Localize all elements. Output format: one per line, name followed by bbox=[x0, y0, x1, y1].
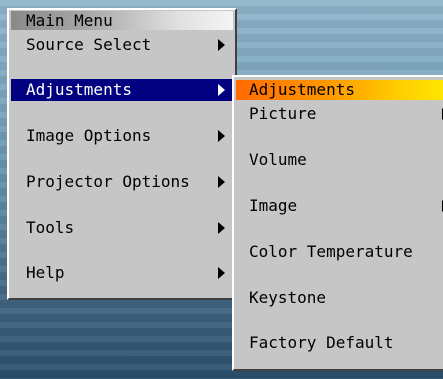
menu-item-adjustments[interactable]: Adjustments bbox=[11, 79, 233, 101]
menu-item-projector-options[interactable]: Projector Options bbox=[11, 171, 233, 193]
submenu-arrow-icon bbox=[218, 267, 225, 279]
submenu-item-label: Keystone bbox=[249, 288, 327, 307]
menu-item-label: Source Select bbox=[26, 35, 152, 54]
menu-item-label: Image Options bbox=[26, 126, 152, 145]
menu-item-source-select[interactable]: Source Select bbox=[11, 34, 233, 56]
submenu-item-label: Factory Default bbox=[249, 333, 394, 352]
menu-item-label: Tools bbox=[26, 218, 75, 237]
menu-item-image-options[interactable]: Image Options bbox=[11, 125, 233, 147]
submenu-item-keystone[interactable]: Keystone bbox=[236, 287, 443, 309]
submenu-item-label: Color Temperature bbox=[249, 242, 413, 261]
menu-item-label: Help bbox=[26, 263, 65, 282]
menu-item-label: Adjustments bbox=[26, 80, 132, 99]
menu-item-tools[interactable]: Tools bbox=[11, 217, 233, 239]
submenu-arrow-icon bbox=[218, 222, 225, 234]
submenu-item-label: Volume bbox=[249, 150, 307, 169]
main-menu-title: Main Menu bbox=[11, 11, 233, 30]
submenu-item-color-temperature[interactable]: Color Temperature bbox=[236, 241, 443, 263]
menu-item-help[interactable]: Help bbox=[11, 262, 233, 284]
submenu-item-factory-default[interactable]: Factory Default bbox=[236, 332, 443, 354]
submenu-arrow-icon bbox=[218, 84, 225, 96]
main-menu: Main Menu Source Select Adjustments Imag… bbox=[7, 8, 237, 300]
adjustments-submenu: Adjustments Picture Volume Image Color T… bbox=[232, 75, 443, 371]
submenu-item-picture[interactable]: Picture bbox=[236, 103, 443, 125]
submenu-arrow-icon bbox=[218, 176, 225, 188]
submenu-item-image[interactable]: Image bbox=[236, 195, 443, 217]
menu-item-label: Projector Options bbox=[26, 172, 190, 191]
submenu-arrow-icon bbox=[218, 130, 225, 142]
submenu-item-volume[interactable]: Volume bbox=[236, 149, 443, 171]
submenu-item-label: Picture bbox=[249, 104, 317, 123]
submenu-arrow-icon bbox=[218, 39, 225, 51]
submenu-title: Adjustments bbox=[236, 80, 443, 100]
submenu-item-label: Image bbox=[249, 196, 298, 215]
